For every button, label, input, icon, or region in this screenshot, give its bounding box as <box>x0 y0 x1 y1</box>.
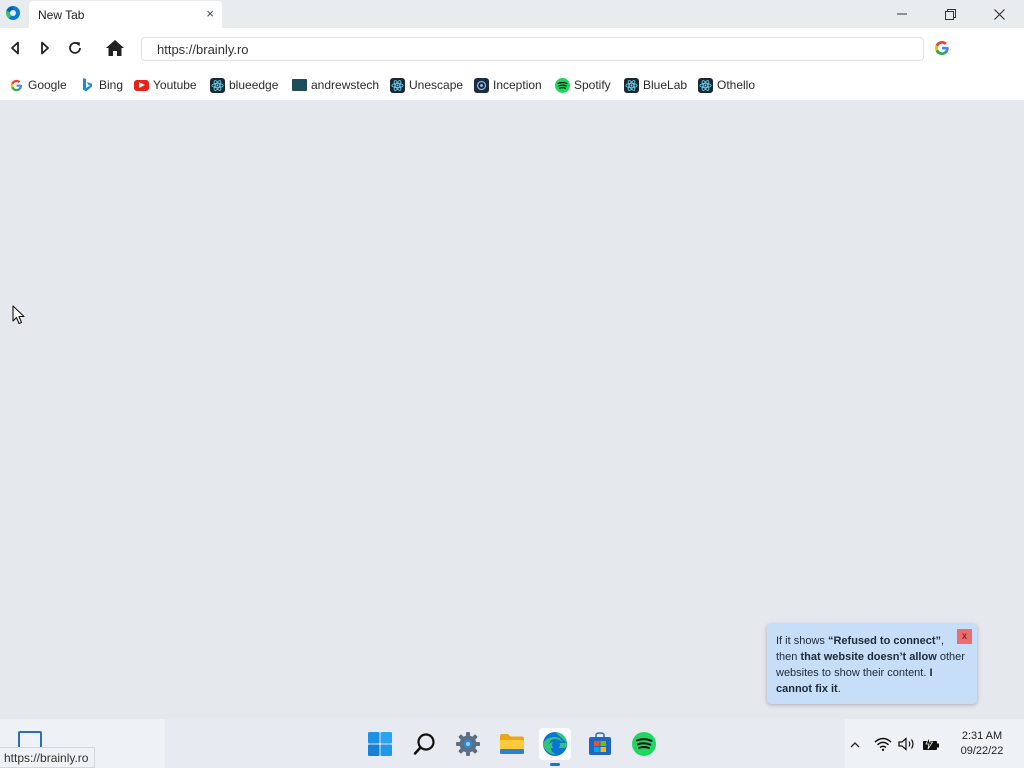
bookmark-bing[interactable]: Bing <box>80 76 123 94</box>
bing-icon <box>80 78 95 93</box>
store-icon <box>589 732 611 755</box>
battery-charging-icon <box>923 737 939 750</box>
tab-new-tab[interactable]: New Tab × <box>29 1 222 28</box>
react-icon <box>698 77 713 93</box>
taskbar-settings-button[interactable] <box>452 728 484 760</box>
taskbar-store-button[interactable] <box>584 728 616 760</box>
volume-button[interactable] <box>898 735 916 753</box>
mouse-cursor-icon <box>12 305 26 328</box>
taskbar-edge-button[interactable] <box>539 728 571 760</box>
battery-button[interactable] <box>922 735 940 753</box>
inception-icon <box>474 77 489 93</box>
address-input[interactable]: https://brainly.ro <box>157 42 249 57</box>
windows-start-icon <box>368 732 392 756</box>
reload-icon <box>69 42 81 54</box>
show-hidden-icons-button[interactable] <box>846 735 864 753</box>
clock-date: 09/22/22 <box>960 745 1004 757</box>
forward-button[interactable] <box>33 36 57 60</box>
back-button[interactable] <box>3 36 27 60</box>
bookmark-spotify[interactable]: Spotify <box>555 76 611 94</box>
notice-bold-text: that website doesn’t allow <box>800 651 937 663</box>
notice-bold-text: “Refused to connect” <box>827 635 942 647</box>
bookmark-label: Spotify <box>574 78 611 92</box>
bookmark-label: Google <box>28 78 67 92</box>
react-icon <box>624 77 639 93</box>
gear-icon <box>456 732 480 756</box>
spotify-icon <box>632 732 656 756</box>
search-icon <box>413 733 435 755</box>
bookmark-label: Inception <box>493 78 542 92</box>
clock-time: 2:31 AM <box>961 730 1003 742</box>
bookmark-label: BlueLab <box>643 78 688 92</box>
back-icon <box>11 41 19 55</box>
link-status-bubble: https://brainly.ro <box>0 747 96 768</box>
react-icon <box>390 77 405 93</box>
taskbar-spotify-button[interactable] <box>628 728 660 760</box>
restore-icon <box>944 8 956 20</box>
restore-button[interactable] <box>927 0 973 28</box>
bookmark-andrewstech[interactable]: andrewstech <box>292 76 379 94</box>
bookmark-label: blueedge <box>229 78 279 92</box>
forward-icon <box>41 41 49 55</box>
minimize-icon <box>897 13 907 15</box>
bookmark-unescape[interactable]: Unescape <box>390 76 463 94</box>
tab-close-button[interactable]: × <box>206 6 214 21</box>
address-bar[interactable]: https://brainly.ro <box>141 37 924 61</box>
chevron-up-icon <box>850 741 860 747</box>
react-icon <box>210 77 225 93</box>
youtube-icon <box>134 79 149 91</box>
bookmark-label: Youtube <box>153 78 197 92</box>
bookmark-inception[interactable]: Inception <box>474 76 542 94</box>
taskbar: 2:31 AM 09/22/22 <box>0 719 1024 768</box>
bookmark-label: Unescape <box>409 78 464 92</box>
minimize-button[interactable] <box>879 0 925 28</box>
volume-icon <box>898 737 914 751</box>
browser-logo-icon <box>6 6 20 20</box>
close-window-button[interactable] <box>976 0 1022 28</box>
taskbar-search-button[interactable] <box>409 728 441 760</box>
network-button[interactable] <box>874 735 892 753</box>
taskbar-clock[interactable]: 2:31 AM 09/22/22 <box>956 729 1008 759</box>
bookmark-label: Bing <box>99 78 124 92</box>
taskbar-file-explorer-button[interactable] <box>496 728 528 760</box>
spotify-icon <box>555 77 570 93</box>
bookmark-othello[interactable]: Othello <box>698 76 755 94</box>
bookmarks-bar: Google Bing Youtube blueedge andrewstech… <box>0 70 1024 100</box>
bookmark-label: andrewstech <box>311 78 380 92</box>
edge-icon <box>543 732 567 756</box>
refused-to-connect-notice: If it shows “Refused to connect”, then t… <box>767 624 977 704</box>
google-search-icon[interactable] <box>934 40 950 56</box>
notice-text: If it shows <box>776 635 828 647</box>
home-button[interactable] <box>103 36 127 60</box>
start-button[interactable] <box>364 728 396 760</box>
bookmark-blueedge[interactable]: blueedge <box>210 76 278 94</box>
bookmark-youtube[interactable]: Youtube <box>134 76 197 94</box>
home-icon <box>106 40 124 56</box>
active-app-indicator <box>550 763 560 766</box>
folder-icon <box>500 734 524 754</box>
andrewstech-icon <box>292 79 307 91</box>
browser-toolbar: https://brainly.ro <box>0 28 1024 70</box>
close-icon <box>993 8 1005 20</box>
notice-text: . <box>837 683 841 695</box>
bookmark-bluelab[interactable]: BlueLab <box>624 76 687 94</box>
title-bar: New Tab × <box>0 0 1024 28</box>
notice-close-button[interactable]: x <box>957 629 972 644</box>
bookmark-label: Othello <box>717 78 756 92</box>
wifi-icon <box>874 737 892 751</box>
bookmark-google[interactable]: Google <box>9 76 67 94</box>
page-content[interactable] <box>0 100 1024 715</box>
tab-title: New Tab <box>38 8 85 22</box>
google-icon <box>9 78 24 93</box>
reload-button[interactable] <box>63 36 87 60</box>
